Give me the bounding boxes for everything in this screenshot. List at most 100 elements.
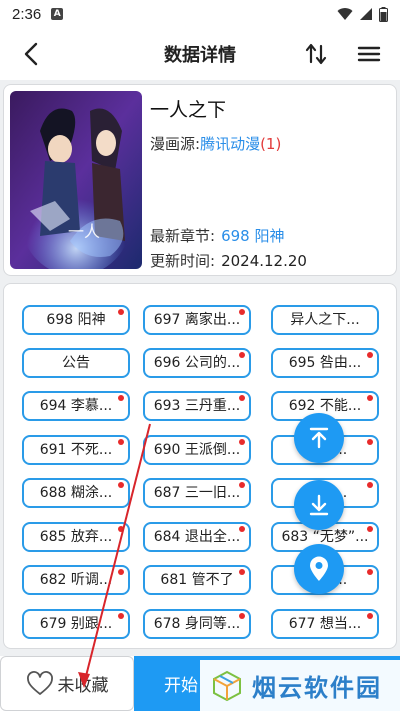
location-pin-icon (310, 556, 328, 581)
manga-cover[interactable]: 一人 (10, 91, 142, 269)
chapter-label: 684 退出全... (153, 529, 241, 545)
chapter-chip[interactable]: 695 咎由... (271, 348, 379, 378)
new-badge-dot (118, 482, 124, 488)
chapter-grid: 698 阳神 697 离家出... 异人之下... 公告 696 公司的... 695 咎… (3, 283, 397, 649)
battery-icon (379, 6, 388, 22)
chapter-label: 679 别跟... (39, 616, 113, 632)
new-badge-dot (367, 395, 373, 401)
status-time: 2:36 (12, 5, 42, 23)
source-link[interactable]: 腾讯动漫 (200, 135, 260, 153)
cube-logo-icon (213, 670, 241, 701)
watermark-text: 烟云软件园 (252, 674, 382, 702)
new-badge-dot (239, 395, 245, 401)
new-badge-dot (367, 439, 373, 445)
chapter-chip[interactable]: 691 不死... (22, 435, 130, 465)
notification-icon: A (51, 8, 64, 20)
chapter-chip[interactable]: 688 糊涂... (22, 478, 130, 508)
new-badge-dot (118, 613, 124, 619)
chapter-label: 697 离家出... (153, 312, 241, 328)
source-label: 漫画源: (150, 135, 201, 153)
chapter-label: 682 听调... (39, 572, 113, 588)
favorite-label: 未收藏 (57, 676, 109, 696)
chapter-chip[interactable]: 696 公司的... (143, 348, 251, 378)
update-label: 更新时间: (150, 252, 216, 270)
locate-chapter-button[interactable] (294, 544, 344, 594)
heart-icon (26, 670, 53, 695)
manga-title: 一人之下 (150, 99, 227, 121)
new-badge-dot (239, 352, 245, 358)
new-badge-dot (367, 352, 373, 358)
new-badge-dot (239, 569, 245, 575)
back-arrow-icon[interactable] (18, 40, 46, 68)
update-date: 2024.12.20 (221, 252, 307, 270)
chapter-chip[interactable]: 687 三一旧... (143, 478, 251, 508)
start-label: 开始 (164, 676, 198, 696)
new-badge-dot (367, 613, 373, 619)
new-badge-dot (118, 309, 124, 315)
new-badge-dot (239, 309, 245, 315)
new-badge-dot (367, 526, 373, 532)
chapter-label: 694 李慕... (39, 398, 113, 414)
new-badge-dot (118, 569, 124, 575)
chapter-label: 异人之下... (290, 312, 360, 328)
watermark: 烟云软件园 (200, 660, 400, 711)
new-badge-dot (239, 482, 245, 488)
new-badge-dot (118, 439, 124, 445)
chapter-label: 698 阳神 (46, 312, 106, 328)
chapter-label: 693 三丹重... (153, 398, 241, 414)
manga-info-card: 一人 一人之下 漫画源:腾讯动漫(1) 最新章节: 698 阳神 更新时间: 202… (3, 84, 397, 276)
chapter-chip[interactable]: 684 退出全... (143, 522, 251, 552)
chapter-chip[interactable]: 677 想当... (271, 609, 379, 639)
new-badge-dot (118, 526, 124, 532)
chapter-label: 677 想当... (288, 616, 362, 632)
source-count: (1) (260, 135, 282, 153)
chapter-label: 691 不死... (39, 442, 113, 458)
new-badge-dot (239, 439, 245, 445)
chapter-chip[interactable]: 685 放弃... (22, 522, 130, 552)
chapter-chip[interactable]: 690 王派倒... (143, 435, 251, 465)
chapter-label: 678 身同等... (153, 616, 241, 632)
latest-chapter-link[interactable]: 698 阳神 (221, 227, 284, 245)
signal-icon (360, 8, 372, 20)
arrow-to-bottom-icon (309, 494, 329, 516)
new-badge-dot (367, 569, 373, 575)
chapter-label: 688 糊涂... (39, 485, 113, 501)
arrow-to-top-icon (309, 427, 329, 449)
sort-icon[interactable] (302, 40, 330, 68)
chapter-chip[interactable]: 694 李慕... (22, 391, 130, 421)
chapter-chip[interactable]: 678 身同等... (143, 609, 251, 639)
scroll-bottom-button[interactable] (294, 480, 344, 530)
chapter-label: 公告 (62, 355, 90, 371)
latest-chapter-row: 最新章节: 698 阳神 (150, 225, 284, 246)
chapter-chip[interactable]: 693 三丹重... (143, 391, 251, 421)
new-badge-dot (239, 613, 245, 619)
app-bar: 数据详情 (0, 28, 400, 80)
chapter-chip[interactable]: 公告 (22, 348, 130, 378)
chapter-chip[interactable]: 697 离家出... (143, 305, 251, 335)
chapter-chip[interactable]: 681 管不了 (143, 565, 251, 595)
chapter-label: 683 “无梦”... (281, 529, 369, 545)
wifi-icon (337, 8, 353, 20)
update-time-row: 更新时间: 2024.12.20 (150, 250, 307, 271)
new-badge-dot (118, 395, 124, 401)
chapter-label: 690 王派倒... (153, 442, 241, 458)
chapter-chip[interactable]: 698 阳神 (22, 305, 130, 335)
source-row: 漫画源:腾讯动漫(1) (150, 133, 281, 154)
chapter-chip[interactable]: 异人之下... (271, 305, 379, 335)
chapter-chip[interactable]: 679 别跟... (22, 609, 130, 639)
chapter-label: 696 公司的... (153, 355, 241, 371)
chapter-label: 685 放弃... (39, 529, 113, 545)
chapter-chip[interactable]: 682 听调... (22, 565, 130, 595)
chapter-label: 692 不能... (288, 398, 362, 414)
scroll-top-button[interactable] (294, 413, 344, 463)
svg-text:一人: 一人 (68, 222, 100, 241)
new-badge-dot (239, 526, 245, 532)
menu-icon[interactable] (354, 40, 384, 68)
chapter-label: 695 咎由... (288, 355, 362, 371)
favorite-button[interactable]: 未收藏 (0, 656, 134, 711)
latest-label: 最新章节: (150, 227, 216, 245)
page-title: 数据详情 (164, 45, 236, 66)
chapter-label: 681 管不了 (160, 572, 234, 588)
status-bar: 2:36 A (0, 0, 400, 28)
new-badge-dot (367, 482, 373, 488)
